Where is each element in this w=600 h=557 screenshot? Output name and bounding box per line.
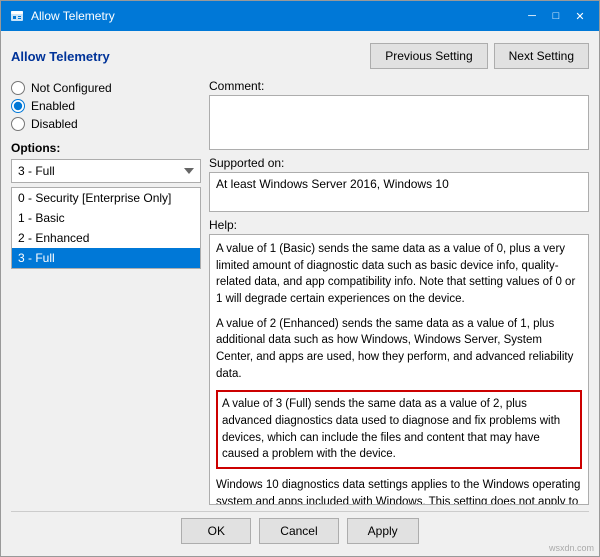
content-area: Allow Telemetry Previous Setting Next Se… — [1, 31, 599, 556]
window-title: Allow Telemetry — [31, 9, 115, 23]
maximize-button[interactable]: □ — [545, 5, 567, 27]
close-button[interactable]: ✕ — [569, 5, 591, 27]
option-2-enhanced[interactable]: 2 - Enhanced — [12, 228, 200, 248]
allow-telemetry-window: Allow Telemetry ─ □ ✕ Allow Telemetry Pr… — [0, 0, 600, 557]
window-icon — [9, 8, 25, 24]
radio-group: Not Configured Enabled ← Disabled — [11, 79, 201, 133]
options-label: Options: — [11, 141, 201, 155]
dropdown-list: 0 - Security [Enterprise Only] 1 - Basic… — [11, 187, 201, 269]
right-panel: Comment: Supported on: At least Windows … — [209, 79, 589, 505]
comment-textarea[interactable] — [209, 95, 589, 150]
cancel-button[interactable]: Cancel — [259, 518, 338, 544]
help-paragraph-2: A value of 3 (Full) sends the same data … — [216, 390, 582, 469]
footer-row: OK Cancel Apply — [11, 511, 589, 548]
option-0-security[interactable]: 0 - Security [Enterprise Only] — [12, 188, 200, 208]
nav-buttons: Previous Setting Next Setting — [370, 43, 589, 69]
option-1-basic[interactable]: 1 - Basic — [12, 208, 200, 228]
options-section: Options: 3 - Full 0 - Security [Enterpri… — [11, 141, 201, 269]
help-content[interactable]: A value of 1 (Basic) sends the same data… — [209, 234, 589, 505]
radio-not-configured[interactable]: Not Configured — [11, 81, 201, 95]
radio-enabled[interactable]: Enabled ← — [11, 99, 201, 113]
minimize-button[interactable]: ─ — [521, 5, 543, 27]
radio-disabled[interactable]: Disabled — [11, 117, 201, 131]
dialog-title: Allow Telemetry — [11, 49, 110, 64]
title-bar-left: Allow Telemetry — [9, 8, 115, 24]
option-3-full-item[interactable]: 3 - Full — [12, 248, 200, 268]
comment-label: Comment: — [209, 79, 589, 93]
help-label: Help: — [209, 218, 589, 232]
radio-disabled-label: Disabled — [31, 117, 78, 131]
title-bar: Allow Telemetry ─ □ ✕ — [1, 1, 599, 31]
apply-button[interactable]: Apply — [347, 518, 419, 544]
main-content: Not Configured Enabled ← Disabled Option… — [11, 79, 589, 505]
radio-disabled-input[interactable] — [11, 117, 25, 131]
header-row: Allow Telemetry Previous Setting Next Se… — [11, 39, 589, 73]
radio-not-configured-input[interactable] — [11, 81, 25, 95]
radio-enabled-label: Enabled — [31, 99, 75, 113]
radio-enabled-input[interactable] — [11, 99, 25, 113]
next-setting-button[interactable]: Next Setting — [494, 43, 589, 69]
help-paragraph-3: Windows 10 diagnostics data settings app… — [216, 477, 582, 505]
left-panel: Not Configured Enabled ← Disabled Option… — [11, 79, 201, 505]
help-section: Help: A value of 1 (Basic) sends the sam… — [209, 218, 589, 505]
ok-button[interactable]: OK — [181, 518, 251, 544]
title-bar-controls: ─ □ ✕ — [521, 5, 591, 27]
help-paragraph-1: A value of 2 (Enhanced) sends the same d… — [216, 316, 582, 383]
supported-value: At least Windows Server 2016, Windows 10 — [209, 172, 589, 212]
watermark: wsxdn.com — [549, 543, 594, 553]
options-dropdown[interactable]: 3 - Full — [11, 159, 201, 183]
previous-setting-button[interactable]: Previous Setting — [370, 43, 487, 69]
supported-section: Supported on: At least Windows Server 20… — [209, 156, 589, 212]
comment-section: Comment: — [209, 79, 589, 150]
radio-not-configured-label: Not Configured — [31, 81, 112, 95]
supported-label: Supported on: — [209, 156, 589, 170]
help-paragraph-0: A value of 1 (Basic) sends the same data… — [216, 241, 582, 308]
